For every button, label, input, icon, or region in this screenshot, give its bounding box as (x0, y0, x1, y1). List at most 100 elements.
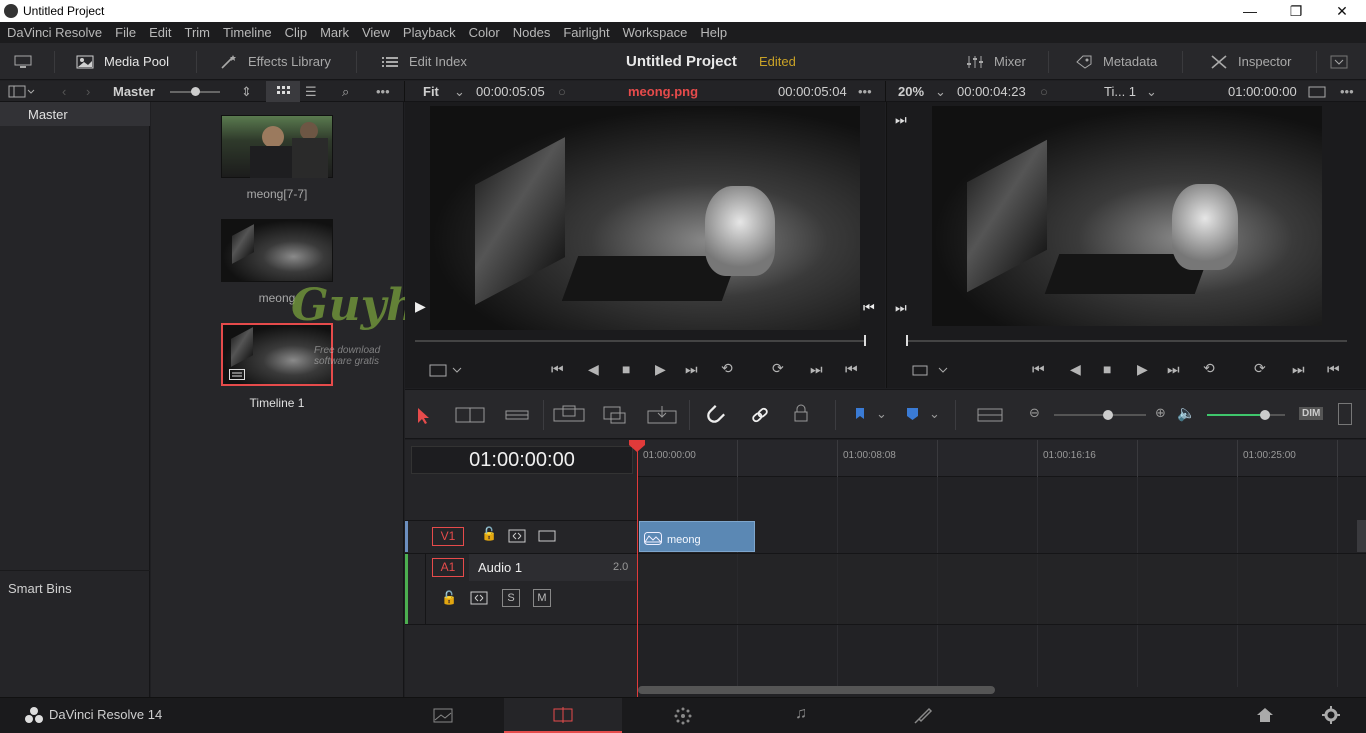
source-aspect-icon[interactable] (429, 364, 465, 377)
link-icon[interactable] (750, 405, 770, 425)
mixer-button[interactable]: Mixer (966, 43, 1026, 80)
timeline-view-options-icon[interactable] (977, 408, 1003, 422)
playhead-handle[interactable] (629, 440, 645, 452)
menu-mark[interactable]: Mark (313, 22, 355, 43)
insert-clip-icon[interactable] (553, 405, 585, 425)
match-frame-icon[interactable]: ⟳ (772, 360, 784, 377)
grid-view-button[interactable] (266, 81, 300, 102)
rec-loop-icon[interactable]: ⟲ (1203, 360, 1215, 377)
panel-layout-icon[interactable] (8, 85, 36, 98)
record-options-icon[interactable]: ••• (1340, 81, 1354, 102)
workspace-options-button[interactable] (1330, 43, 1358, 80)
track-scrollbar[interactable] (1357, 520, 1366, 552)
flag-chevron-icon[interactable]: ⌄ (876, 406, 887, 422)
fit-select[interactable]: Fit (423, 81, 439, 102)
menu-playback[interactable]: Playback (396, 22, 462, 43)
zoom-slider-knob[interactable] (1103, 410, 1113, 420)
v1-auto-select-icon[interactable] (508, 529, 526, 543)
play-icon[interactable]: ▶ (655, 361, 666, 378)
close-button[interactable]: ✕ (1319, 1, 1365, 21)
trim-tool-icon[interactable] (455, 406, 485, 424)
jump-first-icon[interactable]: ⏮ (551, 361, 564, 378)
fairlight-page-icon[interactable]: ♫ (795, 705, 807, 723)
video-clip[interactable]: meong (639, 521, 755, 552)
position-lock-icon[interactable] (793, 404, 809, 424)
menu-view[interactable]: View (355, 22, 396, 43)
more-options-icon[interactable]: ••• (376, 81, 390, 102)
deliver-page-icon[interactable] (913, 707, 933, 725)
viewer-crop-icon[interactable] (911, 364, 951, 377)
marker-chevron-icon[interactable]: ⌄ (929, 406, 940, 422)
viewer-mode-icon[interactable] (1308, 86, 1326, 98)
rec-mark-in-icon[interactable]: ⏭ (1292, 361, 1305, 378)
media-thumbnail-2[interactable] (221, 219, 333, 282)
edit-index-button[interactable]: Edit Index (381, 43, 467, 80)
timeline-h-scrollbar[interactable] (638, 686, 995, 694)
timeline-zoom-slider[interactable] (1054, 414, 1146, 416)
menu-davinci[interactable]: DaVinci Resolve (0, 22, 108, 43)
edit-page-tab[interactable] (504, 698, 622, 733)
volume-slider-knob[interactable] (1260, 410, 1270, 420)
timeline-chevron-icon[interactable]: ⌄ (1146, 81, 1157, 102)
home-icon[interactable] (1256, 707, 1274, 723)
play-reverse-icon[interactable]: ◀ (588, 361, 599, 378)
rec-stop-icon[interactable]: ■ (1103, 361, 1111, 377)
timeline-ruler[interactable]: 01:00:00:00 01:00:08:08 01:00:16:16 01:0… (637, 440, 1366, 477)
slider-knob[interactable] (191, 87, 200, 96)
source-playhead[interactable] (864, 335, 866, 346)
menu-nodes[interactable]: Nodes (506, 22, 557, 43)
jump-last-icon[interactable]: ⏭ (685, 361, 698, 378)
blade-tool-icon[interactable] (505, 408, 529, 422)
timeline-scrubber[interactable] (907, 340, 1347, 342)
v1-enable-icon[interactable] (538, 530, 556, 542)
menu-help[interactable]: Help (693, 22, 733, 43)
media-pool-button[interactable]: Media Pool (76, 43, 169, 80)
metadata-button[interactable]: Metadata (1075, 43, 1157, 80)
rec-mark-out-icon[interactable]: ⏮ (1327, 361, 1340, 378)
chevron-down-icon[interactable]: ⌄ (454, 81, 465, 102)
source-options-icon[interactable]: ••• (858, 81, 872, 102)
rec-match-frame-icon[interactable]: ⟳ (1254, 360, 1266, 377)
zoom-in-icon[interactable]: ⊕ (1155, 405, 1166, 421)
menu-color[interactable]: Color (462, 22, 506, 43)
stop-icon[interactable]: ■ (622, 361, 630, 377)
rec-jump-first-icon[interactable]: ⏮ (1032, 361, 1045, 378)
media-thumbnail-1[interactable] (221, 115, 333, 178)
replace-clip-icon[interactable] (647, 405, 677, 425)
marker-icon[interactable] (906, 407, 919, 421)
v1-lock-icon[interactable]: 🔓 (481, 526, 497, 542)
rec-play-reverse-icon[interactable]: ◀ (1070, 361, 1081, 378)
menu-edit[interactable]: Edit (142, 22, 177, 43)
menu-trim[interactable]: Trim (178, 22, 217, 43)
flag-icon[interactable] (854, 407, 866, 421)
playhead-line[interactable] (637, 440, 638, 697)
volume-slider-fill[interactable] (1207, 414, 1265, 416)
mark-in-icon[interactable]: ⏭ (810, 361, 823, 378)
maximize-button[interactable]: ❐ (1273, 1, 1319, 21)
media-page-icon[interactable] (433, 708, 453, 724)
a1-track-label[interactable]: A1 (432, 558, 464, 577)
zoom-chevron-icon[interactable]: ⌄ (935, 81, 946, 102)
v1-track-label[interactable]: V1 (432, 527, 464, 546)
meter-icon[interactable] (1338, 403, 1352, 425)
master-bin[interactable]: Master (0, 102, 150, 126)
color-page-icon[interactable] (674, 707, 692, 725)
effects-library-button[interactable]: Effects Library (220, 43, 331, 80)
menu-fairlight[interactable]: Fairlight (556, 22, 615, 43)
menu-file[interactable]: File (108, 22, 142, 43)
list-view-icon[interactable]: ☰ (305, 81, 317, 102)
timeline-tracks[interactable]: 01:00:00:00 01:00:08:08 01:00:16:16 01:0… (629, 440, 1366, 697)
menu-timeline[interactable]: Timeline (216, 22, 278, 43)
dim-button[interactable]: DIM (1299, 407, 1324, 420)
source-scrubber[interactable] (415, 340, 865, 342)
settings-gear-icon[interactable] (1322, 706, 1340, 724)
forward-icon[interactable]: › (86, 81, 90, 102)
zoom-out-icon[interactable]: ⊖ (1029, 405, 1040, 421)
overwrite-clip-icon[interactable] (603, 405, 627, 425)
back-icon[interactable]: ‹ (62, 81, 66, 102)
zoom-select[interactable]: 20% (898, 81, 924, 102)
a1-auto-select-icon[interactable] (470, 591, 488, 605)
a1-lock-icon[interactable]: 🔓 (441, 590, 457, 606)
search-icon[interactable]: ⌕ (342, 81, 349, 102)
volume-icon[interactable]: 🔈 (1177, 404, 1196, 422)
